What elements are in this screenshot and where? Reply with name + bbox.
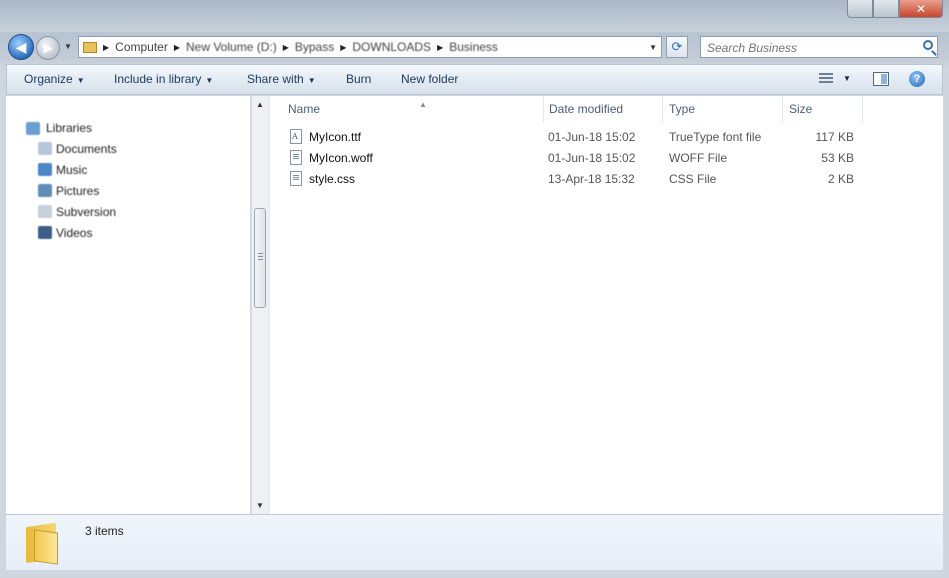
navigation-pane: Libraries Documents Music Pictures Subve… (6, 96, 250, 514)
breadcrumb-drive[interactable]: New Volume (D:) (186, 40, 277, 54)
view-options-dropdown-icon[interactable]: ▼ (843, 74, 851, 83)
search-box[interactable] (700, 36, 938, 58)
recent-pages-dropdown-icon[interactable]: ▼ (64, 42, 72, 51)
column-name-label: Name (288, 102, 321, 116)
file-type: WOFF File (669, 151, 727, 165)
address-dropdown-icon[interactable]: ▼ (649, 43, 657, 52)
breadcrumb-bypass[interactable]: Bypass (295, 40, 334, 54)
share-with-label: Share with (247, 72, 304, 86)
scroll-up-icon[interactable]: ▲ (256, 100, 264, 109)
breadcrumb-computer[interactable]: Computer (115, 40, 168, 54)
file-size: 2 KB (827, 172, 854, 186)
grip-icon (258, 253, 263, 261)
chevron-right-icon[interactable]: ▶ (437, 43, 443, 52)
search-input[interactable] (705, 38, 909, 58)
chevron-right-icon[interactable]: ▶ (174, 43, 180, 52)
address-bar[interactable]: ▶ Computer ▶ New Volume (D:) ▶ Bypass ▶ … (78, 36, 662, 58)
new-folder-button[interactable]: New folder (401, 72, 458, 86)
file-size: 117 KB (815, 130, 854, 144)
preview-pane-icon[interactable] (873, 72, 889, 86)
file-type: TrueType font file (669, 130, 762, 144)
explorer-window: ✕ ◀ ▶ ▼ ▶ Computer ▶ New Volume (D:) ▶ B… (0, 0, 949, 578)
nav-item-subversion[interactable]: Subversion (56, 205, 116, 219)
file-name[interactable]: MyIcon.ttf (309, 130, 361, 144)
organize-label: Organize (24, 72, 73, 86)
search-icon[interactable] (923, 40, 933, 50)
chevron-right-icon[interactable]: ▶ (340, 43, 346, 52)
column-header-size[interactable]: Size (783, 96, 863, 122)
column-header-type[interactable]: Type (663, 96, 783, 122)
chevron-down-icon: ▼ (307, 76, 316, 85)
include-in-library-button[interactable]: Include in library ▼ (114, 72, 213, 86)
file-list: Name ▲ Date modified Type Size MyIcon.tt… (270, 96, 943, 514)
folder-icon (83, 41, 97, 53)
videos-icon (38, 226, 52, 239)
pictures-icon (38, 184, 52, 197)
folder-icon (26, 521, 62, 565)
scrollbar-thumb[interactable] (254, 208, 266, 308)
file-date-modified: 01-Jun-18 15:02 (548, 130, 636, 144)
chevron-down-icon: ▼ (76, 76, 85, 85)
navigation-pane-scrollbar[interactable]: ▲ ▼ (251, 96, 268, 514)
chevron-down-icon: ▼ (205, 76, 214, 85)
nav-item-libraries[interactable]: Libraries (46, 121, 92, 135)
include-in-library-label: Include in library (114, 72, 202, 86)
scroll-down-icon[interactable]: ▼ (256, 501, 264, 510)
column-header-date-modified[interactable]: Date modified (543, 96, 663, 122)
chevron-right-icon[interactable]: ▶ (103, 43, 109, 52)
forward-button[interactable]: ▶ (36, 36, 60, 60)
chevron-right-icon[interactable]: ▶ (283, 43, 289, 52)
file-size: 53 KB (821, 151, 854, 165)
nav-item-pictures[interactable]: Pictures (56, 184, 99, 198)
help-icon[interactable]: ? (909, 71, 925, 87)
file-row[interactable]: style.css 13-Apr-18 15:32 CSS File 2 KB (284, 169, 864, 190)
nav-item-videos[interactable]: Videos (56, 226, 92, 240)
maximize-button[interactable] (873, 0, 899, 18)
file-row[interactable]: MyIcon.ttf 01-Jun-18 15:02 TrueType font… (284, 127, 864, 148)
change-view-icon[interactable] (819, 73, 833, 85)
file-name[interactable]: style.css (309, 172, 355, 186)
refresh-button[interactable]: ⟳ (666, 36, 688, 58)
nav-item-documents[interactable]: Documents (56, 142, 117, 156)
share-with-button[interactable]: Share with ▼ (247, 72, 316, 86)
sort-ascending-icon: ▲ (419, 100, 427, 109)
burn-button[interactable]: Burn (346, 72, 371, 86)
css-file-icon (290, 171, 302, 186)
command-bar: Organize ▼ Include in library ▼ Share with… (6, 64, 943, 95)
file-date-modified: 01-Jun-18 15:02 (548, 151, 636, 165)
details-pane: 3 items (6, 514, 943, 570)
breadcrumb-business[interactable]: Business (449, 40, 498, 54)
libraries-icon (26, 122, 40, 135)
caption-buttons: ✕ (847, 0, 943, 18)
documents-icon (38, 142, 52, 155)
item-count: 3 items (85, 524, 124, 538)
nav-item-music[interactable]: Music (56, 163, 87, 177)
file-date-modified: 13-Apr-18 15:32 (548, 172, 635, 186)
back-button[interactable]: ◀ (8, 34, 34, 60)
font-file-icon (290, 129, 302, 144)
file-row[interactable]: MyIcon.woff 01-Jun-18 15:02 WOFF File 53… (284, 148, 864, 169)
close-button[interactable]: ✕ (899, 0, 943, 18)
column-header-name[interactable]: Name ▲ (282, 96, 544, 122)
subversion-icon (38, 205, 52, 218)
file-type: CSS File (669, 172, 717, 186)
address-row: ◀ ▶ ▼ ▶ Computer ▶ New Volume (D:) ▶ Byp… (0, 32, 949, 62)
file-name[interactable]: MyIcon.woff (309, 151, 373, 165)
music-icon (38, 163, 52, 176)
woff-file-icon (290, 150, 302, 165)
title-bar: ✕ (0, 0, 949, 32)
minimize-button[interactable] (847, 0, 873, 18)
breadcrumb-downloads[interactable]: DOWNLOADS (352, 40, 431, 54)
organize-button[interactable]: Organize ▼ (24, 72, 85, 86)
